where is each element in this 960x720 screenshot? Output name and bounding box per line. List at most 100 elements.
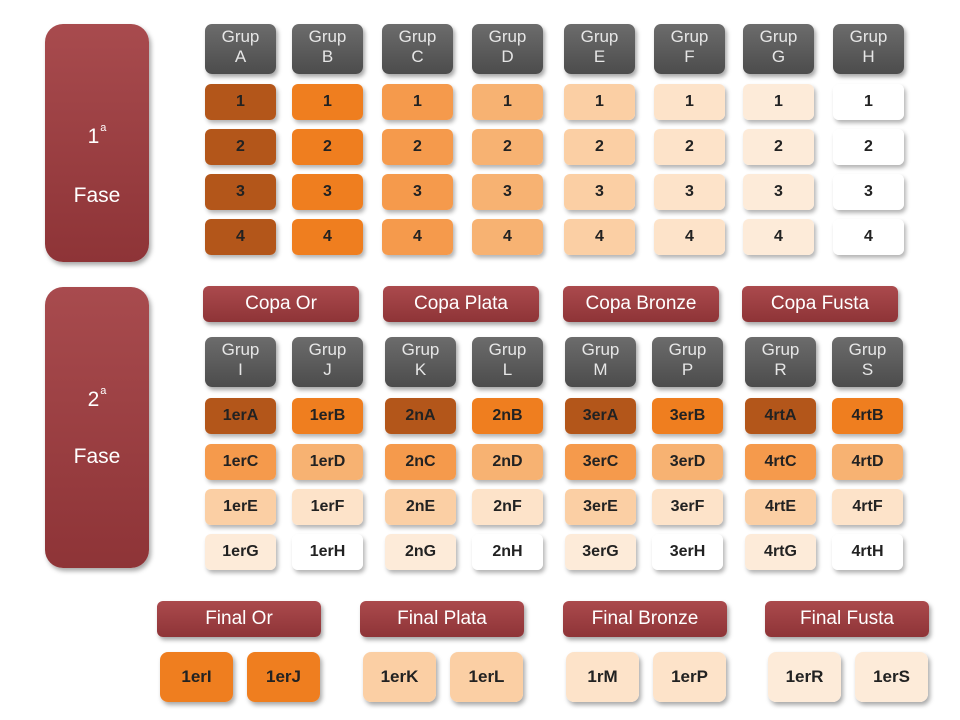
cup-label: Copa Fusta [742, 286, 898, 322]
group-H-slot: 4 [833, 219, 904, 255]
phase-2-ordinal: a [100, 385, 107, 397]
group-D-slot: 4 [472, 219, 543, 255]
phase-1-number-text: 1 [87, 125, 100, 148]
group-E-slot: 2 [564, 129, 635, 165]
group-C-header-line2: C [411, 47, 424, 66]
group-P-header: Grup P [652, 337, 723, 387]
group-D-header-line1: Grup [488, 27, 527, 46]
group-E-slot: 4 [564, 219, 635, 255]
group-K-slot: 2nC [385, 444, 456, 480]
group-J-slot: 1erF [292, 489, 363, 525]
group-D-slot: 3 [472, 174, 543, 210]
group-F-slot: 2 [654, 129, 725, 165]
group-H-slot: 2 [833, 129, 904, 165]
group-D-slot: 2 [472, 129, 543, 165]
group-B-slot: 1 [292, 84, 363, 120]
group-C-slot: 2 [382, 129, 453, 165]
group-A-header: Grup A [205, 24, 276, 74]
group-G-slot: 3 [743, 174, 814, 210]
group-H-header: Grup H [833, 24, 904, 74]
group-C-header-line1: Grup [398, 27, 437, 46]
final-title: Final Fusta [765, 601, 929, 637]
group-M-slot: 3erC [565, 444, 636, 480]
group-J-header-line1: Grup [308, 340, 347, 359]
group-E-slot: 1 [564, 84, 635, 120]
group-A-slot: 3 [205, 174, 276, 210]
final-title: Final Or [157, 601, 321, 637]
cup-label: Copa Or [203, 286, 359, 322]
group-S-slot: 4rtF [832, 489, 903, 525]
group-P-header-line2: P [681, 360, 694, 379]
group-K-slot: 2nG [385, 534, 456, 570]
final-slot: 1erK [363, 652, 436, 702]
group-G-header: Grup G [743, 24, 814, 74]
group-I-header-line1: Grup [221, 340, 260, 359]
group-I-slot: 1erA [205, 398, 276, 434]
group-B-header-line2: B [321, 47, 334, 66]
phase-2-block: 2a Fase [45, 287, 149, 568]
group-G-slot: 1 [743, 84, 814, 120]
group-F-slot: 1 [654, 84, 725, 120]
group-A-slot: 1 [205, 84, 276, 120]
group-S-header-line2: S [861, 360, 874, 379]
group-K-slot: 2nE [385, 489, 456, 525]
group-K-header: Grup K [385, 337, 456, 387]
group-J-slot: 1erH [292, 534, 363, 570]
group-F-header-line1: Grup [670, 27, 709, 46]
group-E-header: Grup E [564, 24, 635, 74]
group-M-slot: 3erG [565, 534, 636, 570]
group-F-slot: 4 [654, 219, 725, 255]
group-R-slot: 4rtA [745, 398, 816, 434]
group-J-slot: 1erB [292, 398, 363, 434]
group-G-header-line1: Grup [759, 27, 798, 46]
group-R-slot: 4rtG [745, 534, 816, 570]
group-J-header-line2: J [323, 360, 332, 379]
group-I-slot: 1erE [205, 489, 276, 525]
group-L-header-line1: Grup [488, 340, 527, 359]
final-slot: 1erP [653, 652, 726, 702]
group-C-header: Grup C [382, 24, 453, 74]
group-S-slot: 4rtD [832, 444, 903, 480]
group-B-slot: 4 [292, 219, 363, 255]
group-E-header-line2: E [593, 47, 606, 66]
group-H-header-line2: H [862, 47, 875, 66]
group-P-slot: 3erF [652, 489, 723, 525]
group-B-header: Grup B [292, 24, 363, 74]
group-S-header-line1: Grup [848, 340, 887, 359]
group-L-slot: 2nD [472, 444, 543, 480]
group-I-slot: 1erG [205, 534, 276, 570]
final-title: Final Plata [360, 601, 524, 637]
group-E-header-line1: Grup [580, 27, 619, 46]
group-E-slot: 3 [564, 174, 635, 210]
group-G-slot: 2 [743, 129, 814, 165]
final-slot: 1erS [855, 652, 928, 702]
phase-1-ordinal: a [100, 122, 107, 134]
group-I-slot: 1erC [205, 444, 276, 480]
group-C-slot: 1 [382, 84, 453, 120]
group-H-slot: 1 [833, 84, 904, 120]
group-M-slot: 3erE [565, 489, 636, 525]
final-slot: 1erL [450, 652, 523, 702]
final-slot: 1erJ [247, 652, 320, 702]
group-R-header-line2: R [774, 360, 787, 379]
group-M-header-line1: Grup [581, 340, 620, 359]
group-R-header: Grup R [745, 337, 816, 387]
group-I-header-line2: I [238, 360, 243, 379]
phase-1-label: Fase [73, 184, 121, 207]
group-K-header-line1: Grup [401, 340, 440, 359]
group-D-slot: 1 [472, 84, 543, 120]
group-K-header-line2: K [414, 360, 427, 379]
group-G-header-line2: G [771, 47, 786, 66]
group-H-slot: 3 [833, 174, 904, 210]
group-S-header: Grup S [832, 337, 903, 387]
group-L-slot: 2nB [472, 398, 543, 434]
group-F-header-line2: F [684, 47, 695, 66]
group-K-slot: 2nA [385, 398, 456, 434]
group-B-slot: 2 [292, 129, 363, 165]
group-P-header-line1: Grup [668, 340, 707, 359]
final-slot: 1erI [160, 652, 233, 702]
group-H-header-line1: Grup [849, 27, 888, 46]
group-L-header-line2: L [502, 360, 513, 379]
final-slot: 1erR [768, 652, 841, 702]
group-M-slot: 3erA [565, 398, 636, 434]
